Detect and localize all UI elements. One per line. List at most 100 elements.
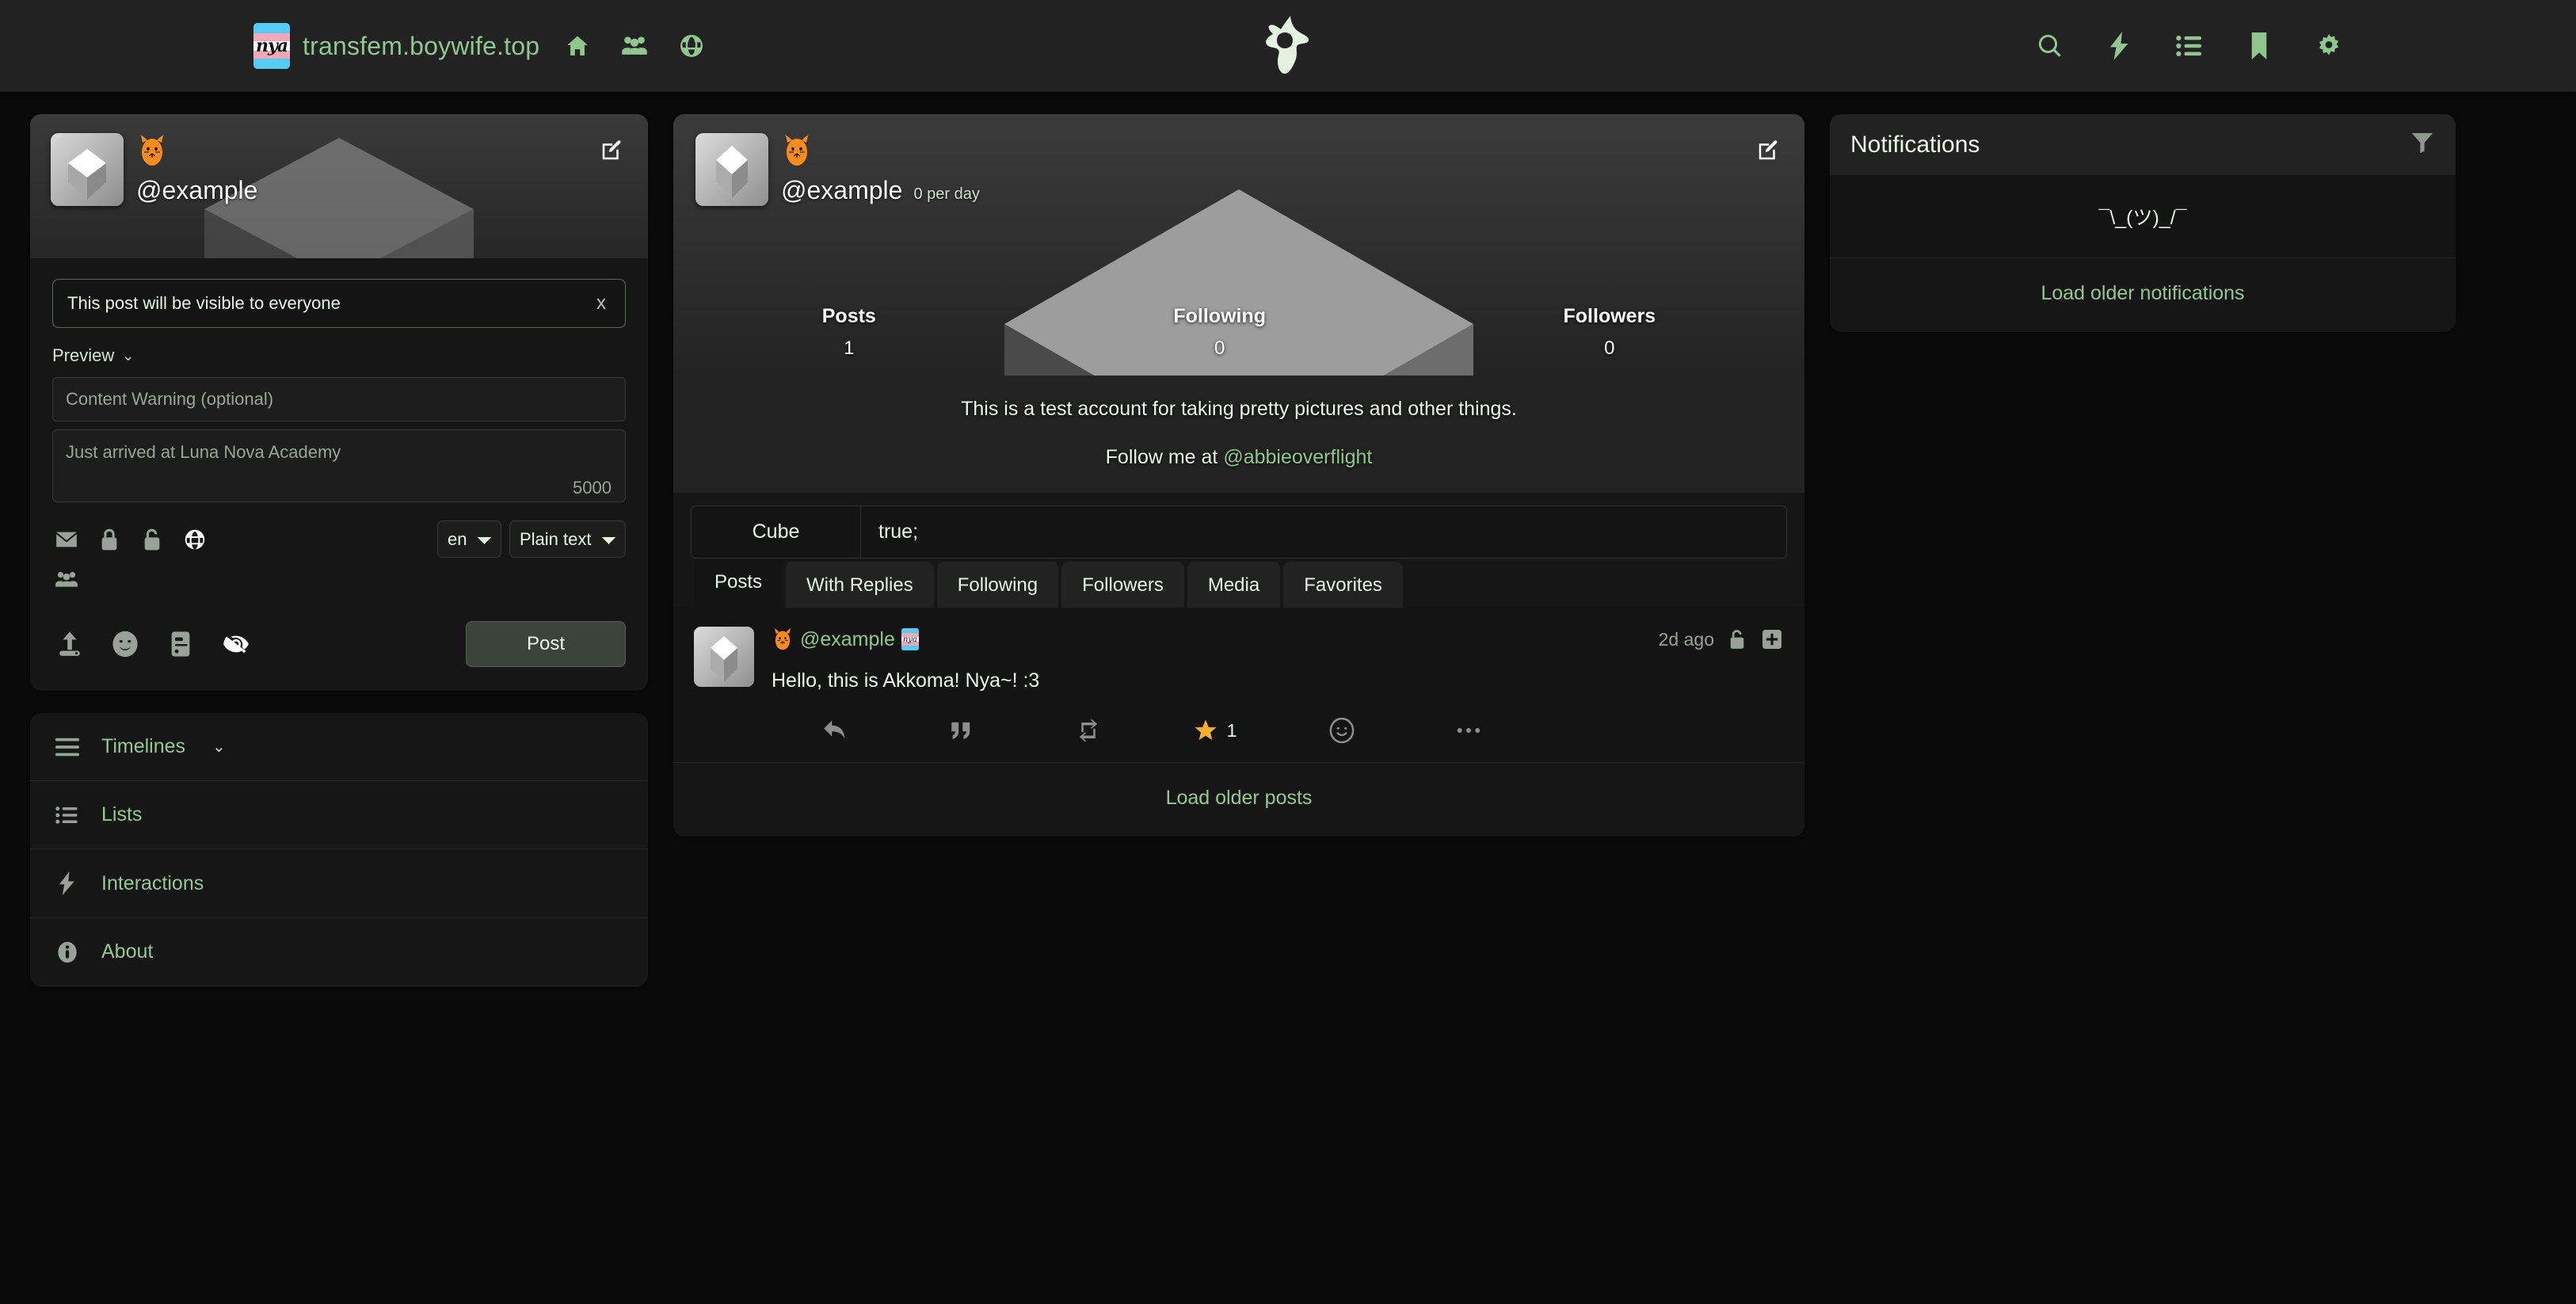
stat-posts[interactable]: Posts 1 [822,305,876,360]
left-column: @example This post will be visible to ev… [30,114,648,1304]
users-icon[interactable] [52,566,81,594]
stat-label: Posts [821,305,876,327]
fox-emoji-icon [136,133,257,168]
compose-tools-row: Post [52,621,626,667]
eye-off-icon[interactable] [219,627,253,662]
post-button[interactable]: Post [465,621,626,667]
load-older-notifications-button[interactable]: Load older notifications [1830,258,2456,332]
profile-field-value: true; [878,520,919,543]
reply-icon[interactable] [772,713,898,748]
sidebar-item-label: Interactions [101,871,204,894]
post-timestamp[interactable]: 2d ago [1659,629,1714,650]
visibility-alert-text: This post will be visible to everyone [67,293,341,313]
search-icon[interactable] [2033,29,2067,63]
user-panel-handle: @example [136,176,258,204]
tab-posts[interactable]: Posts [694,559,783,608]
preview-toggle[interactable]: Preview ⌄ [52,345,626,366]
load-older-posts-button[interactable]: Load older posts [673,762,1804,837]
bolt-icon [54,871,81,895]
home-icon[interactable] [560,29,595,63]
react-emoji-icon[interactable] [1278,713,1405,748]
sidebar-item-interactions[interactable]: Interactions [30,849,648,918]
follow-handle-link[interactable]: @abbieoverflight [1223,446,1372,468]
avatar[interactable] [51,133,124,206]
poll-icon[interactable] [163,627,198,662]
sidebar-item-about[interactable]: About [30,918,648,986]
post-header: @example 2d ago [772,627,1784,652]
repeat-icon[interactable] [1025,713,1152,748]
format-select[interactable]: Plain text [509,520,626,558]
topbar-left-group: nya transfem.boywife.top [253,23,709,69]
edit-profile-icon[interactable] [1752,135,1784,166]
stat-value: 1 [844,337,855,359]
tab-with-replies[interactable]: With Replies [786,562,934,608]
quote-icon[interactable] [898,713,1025,748]
unlock-icon [1725,627,1749,651]
user-panel-card: @example This post will be visible to ev… [30,114,648,691]
content-warning-input[interactable] [52,377,626,421]
post-item: @example 2d ago H [673,608,1804,762]
users-icon[interactable] [617,29,652,63]
plus-icon[interactable] [1760,627,1784,651]
language-select[interactable]: en [437,520,501,558]
edit-profile-icon[interactable] [596,135,627,166]
character-counter: 5000 [573,478,612,498]
stat-label: Following [1173,305,1266,327]
user-panel-names: @example [136,133,257,205]
compose-selects: en Plain text [437,520,626,558]
list-icon[interactable] [2172,29,2207,63]
envelope-icon[interactable] [52,525,81,554]
post-content: Hello, this is Akkoma! Nya~! :3 [772,669,1040,692]
user-panel-banner: @example [30,114,648,258]
compose-form: This post will be visible to everyone x … [30,258,648,691]
profile-banner: @example 0 per day Posts 1 Following 0 F… [673,114,1804,376]
lock-icon[interactable] [95,525,124,554]
more-icon[interactable] [1405,713,1532,748]
profile-handle-row: @example 0 per day [781,168,980,205]
profile-tabs: Posts With Replies Following Followers M… [673,559,1804,608]
sidebar-item-label: Lists [101,803,143,825]
emoji-icon[interactable] [108,627,143,662]
globe-icon[interactable] [674,29,709,63]
follow-prefix: Follow me at [1105,446,1224,468]
stat-value: 0 [1604,337,1615,359]
notifications-title: Notifications [1850,131,1980,158]
stat-label: Followers [1563,305,1656,327]
unlock-icon[interactable] [138,525,166,554]
bolt-icon[interactable] [2102,29,2137,63]
user-panel-header: @example [30,114,648,258]
bookmark-icon[interactable] [2242,29,2277,63]
tab-followers[interactable]: Followers [1061,562,1184,608]
stat-followers[interactable]: Followers 0 [1564,305,1656,360]
topbar-nav-icons [560,29,709,63]
sidebar-item-timelines[interactable]: Timelines ⌄ [30,713,648,781]
site-brand-link[interactable]: nya transfem.boywife.top [253,23,539,69]
globe-icon[interactable] [181,525,209,554]
favorite-icon[interactable]: 1 [1152,713,1278,748]
tab-favorites[interactable]: Favorites [1283,562,1403,608]
page-columns: @example This post will be visible to ev… [0,92,2576,1304]
tab-media[interactable]: Media [1187,562,1281,608]
nya-flag-emoji-icon [901,628,919,650]
profile-stats: Posts 1 Following 0 Followers 0 [673,305,1804,360]
sidebar-item-lists[interactable]: Lists [30,781,648,849]
fox-emoji-icon [781,133,980,168]
stat-following[interactable]: Following 0 [1173,305,1266,360]
visibility-alert: This post will be visible to everyone x [52,279,626,328]
avatar[interactable] [695,133,768,206]
gear-icon[interactable] [2311,29,2346,63]
profile-follow-line: Follow me at @abbieoverflight [695,446,1782,469]
filter-icon[interactable] [2410,130,2435,159]
post-author[interactable]: @example [772,627,919,652]
visibility-row: en Plain text [52,520,626,558]
post-avatar[interactable] [694,627,754,687]
chevron-down-icon: ⌄ [122,347,135,364]
visibility-row-2 [52,566,626,594]
stat-value: 0 [1214,337,1225,359]
site-logo-text: nya [255,36,288,56]
compose-textarea[interactable] [52,429,626,502]
close-icon[interactable]: x [592,292,611,315]
tab-following[interactable]: Following [936,562,1059,608]
fox-emoji-icon [772,627,794,652]
upload-icon[interactable] [52,627,87,662]
